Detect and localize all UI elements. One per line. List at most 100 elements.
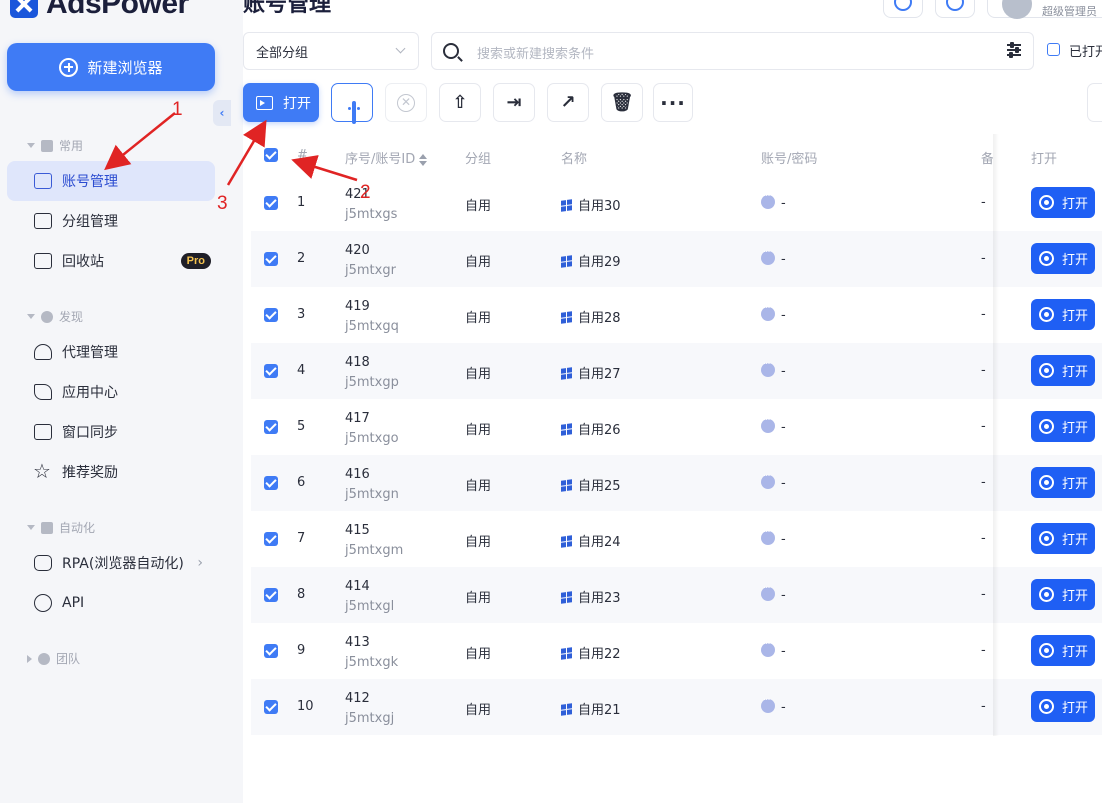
row-checkbox[interactable]: [264, 588, 278, 602]
brand-name: AdsPower: [46, 0, 189, 20]
platform-icon: [761, 695, 775, 713]
table-row[interactable]: 9 413 j5mtxgk 自用 自用22 - - 打开: [251, 623, 1102, 679]
row-checkbox[interactable]: [264, 476, 278, 490]
header-serial[interactable]: 序号/账号ID: [345, 148, 428, 167]
row-checkbox[interactable]: [264, 532, 278, 546]
row-open-button[interactable]: 打开: [1031, 187, 1095, 218]
section-team[interactable]: 团队: [27, 650, 80, 667]
gear-icon: [38, 652, 50, 665]
platform-icon: [761, 471, 775, 489]
row-account-id: j5mtxgl: [345, 599, 395, 614]
row-account-id: j5mtxgq: [345, 319, 399, 334]
row-name: 自用26: [561, 419, 621, 438]
user-menu[interactable]: 超级管理员: [987, 0, 1102, 19]
row-checkbox[interactable]: [264, 700, 278, 714]
row-group: 自用: [465, 311, 492, 326]
section-common-label: 常用: [59, 139, 84, 153]
sort-icon[interactable]: [419, 153, 428, 166]
share-button[interactable]: ↗: [547, 83, 589, 122]
row-open-button[interactable]: 打开: [1031, 411, 1095, 442]
sidebar-item-referral[interactable]: 推荐奖励: [7, 452, 215, 492]
notification-button[interactable]: [935, 0, 975, 18]
row-group: 自用: [465, 423, 492, 438]
row-account-id: j5mtxgp: [345, 375, 399, 390]
sticky-column-shadow: [993, 134, 999, 736]
row-index: 6: [297, 475, 306, 490]
section-discover[interactable]: 发现: [27, 308, 83, 325]
sidebar-item-recycle-bin[interactable]: 回收站 Pro: [7, 241, 215, 281]
move-group-button[interactable]: ⇥: [493, 83, 535, 122]
row-checkbox[interactable]: [264, 420, 278, 434]
row-credentials-value: -: [781, 252, 786, 267]
sidebar-item-group-mgmt[interactable]: 分组管理: [7, 201, 215, 241]
rpa-button[interactable]: [331, 83, 373, 124]
row-checkbox[interactable]: [264, 252, 278, 266]
row-open-label: 打开: [1062, 197, 1089, 212]
sidebar-item-rpa[interactable]: RPA(浏览器自动化) ›: [7, 543, 215, 583]
table-row[interactable]: 6 416 j5mtxgn 自用 自用25 - - 打开: [251, 455, 1102, 511]
row-open-button[interactable]: 打开: [1031, 243, 1095, 274]
sidebar-item-account-mgmt[interactable]: 账号管理: [7, 161, 215, 201]
header-serial-label: 序号/账号ID: [345, 152, 416, 167]
section-automation[interactable]: 自动化: [27, 519, 95, 536]
upload-button[interactable]: ⇧: [439, 83, 481, 122]
pro-badge: Pro: [180, 253, 211, 269]
group-select[interactable]: 全部分组: [243, 32, 419, 70]
settings-button[interactable]: [1087, 83, 1102, 122]
row-open-label: 打开: [1062, 365, 1089, 380]
row-checkbox[interactable]: [264, 364, 278, 378]
table-row[interactable]: 2 420 j5mtxgr 自用 自用29 - - 打开: [251, 231, 1102, 287]
select-all-checkbox[interactable]: [264, 148, 278, 162]
collapse-sidebar-button[interactable]: ‹: [213, 100, 231, 126]
row-open-button[interactable]: 打开: [1031, 523, 1095, 554]
row-open-label: 打开: [1062, 421, 1089, 436]
row-open-button[interactable]: 打开: [1031, 299, 1095, 330]
row-serial: 414: [345, 579, 370, 594]
table-row[interactable]: 10 412 j5mtxgj 自用 自用21 - - 打开: [251, 679, 1102, 735]
row-index: 5: [297, 419, 306, 434]
row-name-label: 自用27: [578, 367, 621, 382]
table-row[interactable]: 4 418 j5mtxgp 自用 自用27 - - 打开: [251, 343, 1102, 399]
filter-settings-icon[interactable]: [1007, 42, 1021, 58]
row-checkbox[interactable]: [264, 644, 278, 658]
row-open-button[interactable]: 打开: [1031, 467, 1095, 498]
row-name: 自用25: [561, 475, 621, 494]
windows-icon: [561, 591, 572, 604]
table-row[interactable]: 7 415 j5mtxgm 自用 自用24 - - 打开: [251, 511, 1102, 567]
delete-button[interactable]: 🗑: [601, 83, 643, 122]
row-credentials-value: -: [781, 532, 786, 547]
sidebar-item-window-sync[interactable]: 窗口同步: [7, 412, 215, 452]
row-serial: 413: [345, 635, 370, 650]
help-button[interactable]: [883, 0, 923, 18]
sidebar-item-app-center[interactable]: 应用中心: [7, 372, 215, 412]
row-remark: -: [981, 419, 986, 434]
row-open-button[interactable]: 打开: [1031, 691, 1095, 722]
table-row[interactable]: 1421j5mtxgs自用自用30--打开: [251, 175, 1102, 231]
close-browser-button[interactable]: ✕: [385, 83, 427, 122]
move-to-folder-icon: ⇥: [506, 91, 522, 113]
new-browser-button[interactable]: 新建浏览器: [7, 43, 215, 91]
more-actions-button[interactable]: ···: [653, 83, 693, 122]
row-account-id: j5mtxgk: [345, 655, 399, 670]
table-row[interactable]: 5 417 j5mtxgo 自用 自用26 - - 打开: [251, 399, 1102, 455]
table-row[interactable]: 8 414 j5mtxgl 自用 自用23 - - 打开: [251, 567, 1102, 623]
row-checkbox[interactable]: [264, 196, 278, 210]
row-open-button[interactable]: 打开: [1031, 579, 1095, 610]
row-remark: -: [981, 251, 986, 266]
table-row[interactable]: 3 419 j5mtxgq 自用 自用28 - - 打开: [251, 287, 1102, 343]
sidebar-item-proxy-mgmt[interactable]: 代理管理: [7, 332, 215, 372]
row-serial: 419: [345, 299, 370, 314]
row-open-button[interactable]: 打开: [1031, 355, 1095, 386]
row-open-button[interactable]: 打开: [1031, 635, 1095, 666]
section-common[interactable]: 常用: [27, 137, 83, 154]
row-name: 自用24: [561, 531, 621, 550]
caret-down-icon: [27, 143, 35, 148]
platform-icon: [761, 583, 775, 601]
row-checkbox[interactable]: [264, 308, 278, 322]
open-selected-button[interactable]: 打开: [243, 83, 319, 122]
opened-checkbox[interactable]: [1047, 43, 1060, 56]
sidebar-item-label: 分组管理: [62, 214, 118, 230]
row-index: 8: [297, 587, 306, 602]
sidebar-item-api[interactable]: API: [7, 583, 215, 623]
search-input[interactable]: 搜索或新建搜索条件: [431, 32, 1034, 70]
